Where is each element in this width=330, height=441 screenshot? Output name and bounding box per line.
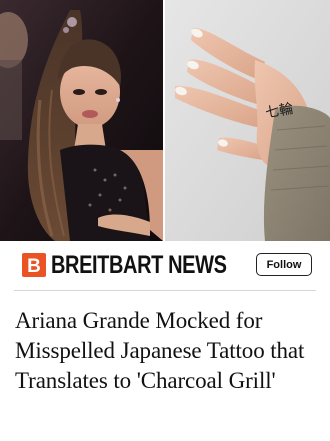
hand-tattoo-photo[interactable]: 七輪 [165,0,330,241]
article-image-strip[interactable]: 七輪 [0,0,330,241]
publisher-name: BREITBART NEWS [51,251,227,279]
logo-letter: B [27,256,41,277]
divider [14,290,316,291]
follow-button[interactable]: Follow [256,253,312,276]
breitbart-logo-icon: B [22,253,46,277]
hand-tattoo-illustration: 七輪 [165,0,330,241]
performer-photo[interactable] [0,0,163,241]
publisher-row: B BREITBART NEWS Follow [0,241,330,289]
performer-photo-illustration [0,0,163,241]
publisher-brand[interactable]: B BREITBART NEWS [22,252,270,278]
article-headline[interactable]: Ariana Grande Mocked for Misspelled Japa… [15,306,325,396]
